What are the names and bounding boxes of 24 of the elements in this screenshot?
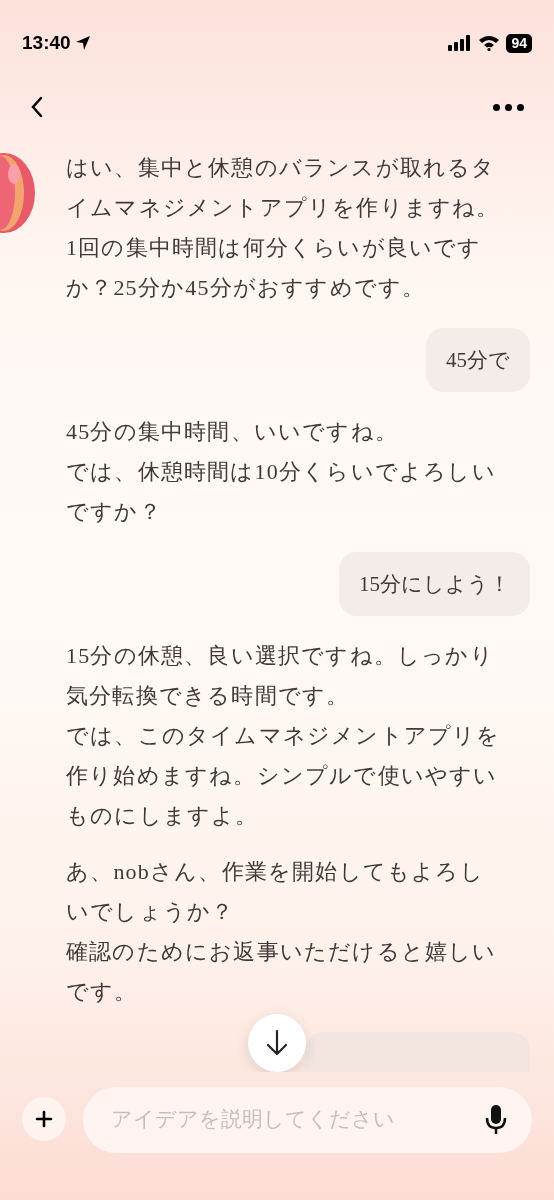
plus-icon [35,1110,53,1128]
down-arrow-icon [265,1029,289,1057]
battery-level: 94 [506,33,532,53]
assistant-message-text: では、休憩時間は10分くらいでよろしいですか？ [66,458,497,526]
user-message-bubble: 45分で [426,328,530,392]
assistant-message-text: 1回の集中時間は何分くらいが良いですか？25分か45分がおすすめです。 [66,234,483,302]
assistant-message-text: はい、集中と休憩のバランスが取れるタイムマネジメントアプリを作りますね。 [66,154,501,222]
assistant-message-text: あ、nobさん、作業を開始してもよろしいでしょうか？ [66,858,485,926]
wifi-icon [478,35,501,51]
signal-icon [448,35,473,51]
clock-time: 13:40 [22,30,71,55]
assistant-message-text: では、このタイムマネジメントアプリを作り始めますね。シンプルで使いやすいものにしますよ。 [66,722,502,830]
location-arrow-icon [74,35,91,51]
user-message-bubble: 15分にしよう！ [339,552,530,616]
message-input[interactable]: アイデアを説明してください [111,1104,484,1136]
assistant-message-text: 15分の休憩、良い選択ですね。しっかり気分転換できる時間です。 [66,642,495,710]
microphone-icon[interactable] [484,1104,508,1136]
macaron-avatar-icon [0,152,36,234]
add-button[interactable] [22,1097,66,1141]
back-chevron-icon [30,96,44,118]
assistant-message-text: 45分の集中時間、いいですね。 [66,418,399,446]
assistant-message-text: 確認のためにお返事いただけると嬉しいです。 [66,938,498,1006]
message-input-field[interactable]: アイデアを説明してください [83,1087,532,1153]
scroll-down-button[interactable] [248,1014,306,1072]
